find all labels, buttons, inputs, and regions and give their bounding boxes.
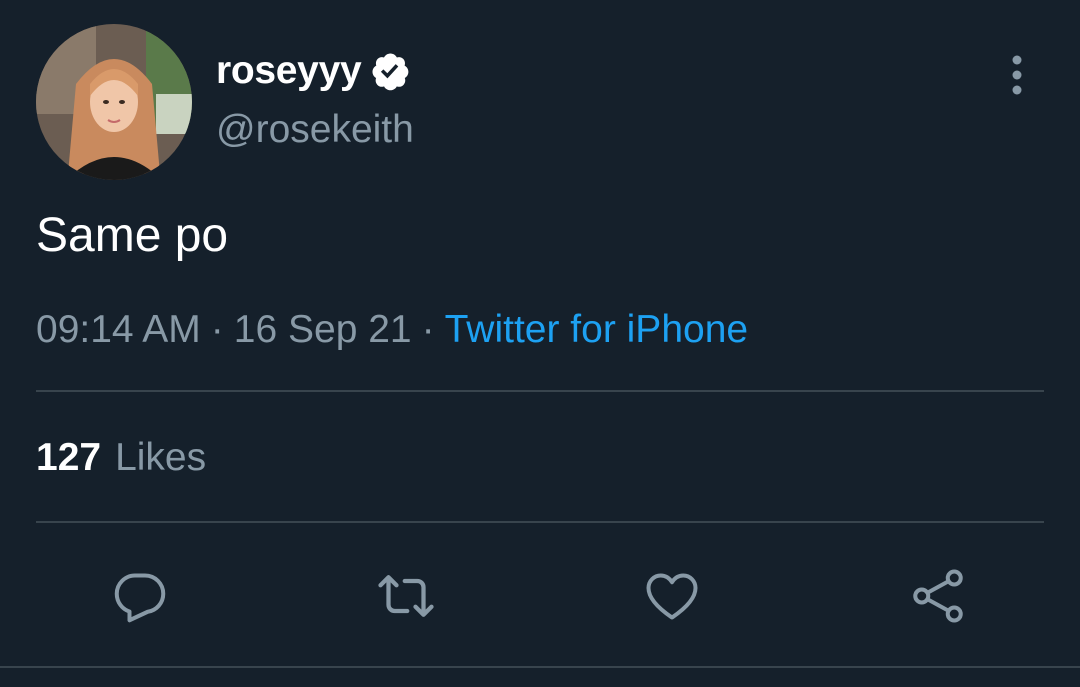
retweet-button[interactable] — [376, 566, 436, 626]
likes-label: Likes — [115, 436, 207, 479]
tweet-date: 16 Sep 21 — [233, 308, 412, 351]
tweet-time: 09:14 AM — [36, 308, 201, 351]
retweet-icon — [378, 575, 434, 617]
more-vertical-icon — [1012, 55, 1022, 95]
reply-button[interactable] — [110, 566, 170, 626]
likes-count: 127 — [36, 436, 102, 479]
divider — [36, 390, 1044, 392]
tweet-text: Same po — [36, 209, 229, 262]
share-button[interactable] — [908, 566, 968, 626]
verified-badge-icon — [369, 50, 411, 92]
more-options-button[interactable] — [1000, 52, 1034, 98]
like-button[interactable] — [642, 566, 702, 626]
tweet-detail: roseyyy @rosekeith Same po 09:14 AM · 16 S… — [0, 0, 1080, 687]
meta-separator: · — [421, 308, 435, 351]
author-handle[interactable]: @rosekeith — [216, 108, 414, 152]
reply-icon — [114, 573, 166, 623]
tweet-meta: 09:14 AM · 16 Sep 21 · Twitter for iPhone — [36, 308, 748, 352]
likes-stat[interactable]: 127 Likes — [36, 436, 206, 480]
avatar[interactable] — [36, 24, 192, 180]
meta-separator: · — [210, 308, 224, 351]
divider — [0, 666, 1080, 668]
tweet-source-link[interactable]: Twitter for iPhone — [445, 308, 748, 351]
heart-icon — [646, 573, 698, 620]
avatar-photo — [36, 24, 192, 180]
share-icon — [913, 569, 963, 623]
display-name[interactable]: roseyyy — [216, 49, 362, 93]
author-name-row[interactable]: roseyyy — [216, 46, 411, 96]
divider — [36, 521, 1044, 523]
